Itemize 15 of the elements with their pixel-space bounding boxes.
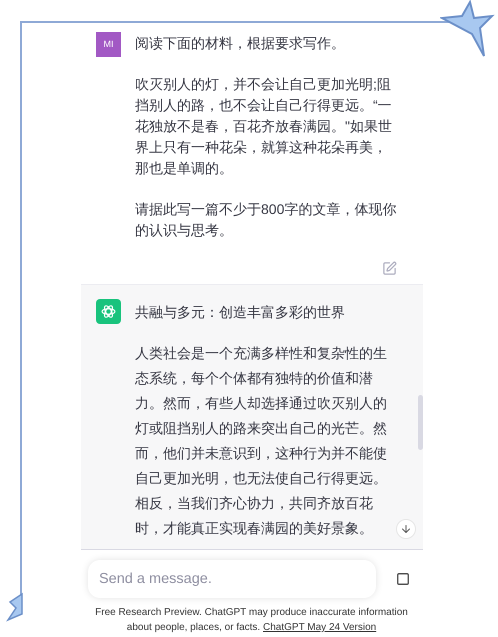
message-paragraph: 人类社会是一个充满多样性和复杂性的生态系统，每个个体都有独特的价值和潜力。然而，有些人却选择通过吹灭别人的灯或阻挡别人的路来突出自己的光芒。然而，他们并未意识到，这种行为并不能使自己更加光明，也无法使自己行得更远。相反，当我们齐心协力，共同齐放百花时，才能真正实现春满园的美好景象。 xyxy=(135,345,388,538)
checkbox-icon[interactable] xyxy=(396,572,410,586)
message-paragraph: 请据此写一篇不少于800字的文章，体现你的认识与思考。 xyxy=(135,200,397,240)
version-link[interactable]: ChatGPT May 24 Version xyxy=(263,622,376,633)
scrollbar-thumb[interactable] xyxy=(418,395,423,450)
star-drawing xyxy=(6,592,24,622)
scroll-down-button[interactable] xyxy=(396,519,416,539)
footer-disclaimer: Free Research Preview. ChatGPT may produce inaccurate information about people, places, or facts. ChatGPT May 24 Version xyxy=(94,606,409,635)
user-avatar: MI xyxy=(96,32,121,57)
response-title: 共融与多元：创造丰富多彩的世界 xyxy=(135,303,346,322)
message-paragraph: 吹灭别人的灯，并不会让自己更加光明;阻挡别人的路，也不会让自己行得更远。“一花独放不是春，百花齐放春满园。"如果世界上只有一种花朵，就算这种花朵再美，那也是单调的。 xyxy=(135,75,393,178)
message-input[interactable]: Send a message. xyxy=(88,560,376,598)
arrow-down-icon xyxy=(400,523,412,535)
assistant-avatar-icon xyxy=(96,299,121,324)
message-paragraph: 阅读下面的材料，根据要求写作。 xyxy=(135,34,346,53)
